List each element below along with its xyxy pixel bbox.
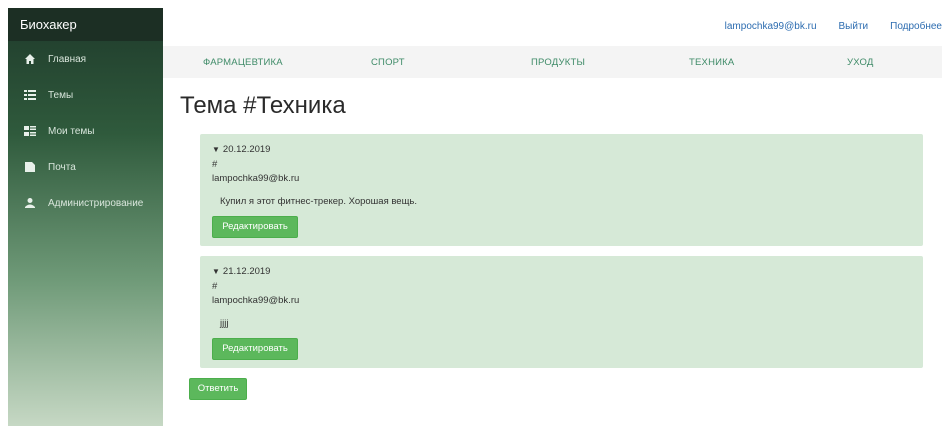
edit-button[interactable]: Редактировать [212, 216, 298, 238]
post-message: Купил я этот фитнес-трекер. Хорошая вещь… [220, 196, 417, 207]
category-nav: ФАРМАЦЕВТИКА СПОРТ ПРОДУКТЫ ТЕХНИКА УХОД [163, 46, 942, 78]
post-hash: # [212, 281, 218, 292]
logout-link[interactable]: Выйти [839, 21, 869, 32]
post-date-text: 21.12.2019 [222, 266, 271, 277]
user-email-link[interactable]: lampochka99@bk.ru [725, 21, 817, 32]
category-care[interactable]: УХОД [847, 57, 873, 68]
post-date[interactable]: ▼ 20.12.2019 [212, 144, 270, 155]
brand-logo[interactable]: Биохакер [8, 8, 163, 41]
sidebar-item-label: Темы [48, 89, 74, 101]
post-card: ▼ 20.12.2019 # lampochka99@bk.ru Купил я … [200, 134, 923, 246]
category-products[interactable]: ПРОДУКТЫ [531, 57, 585, 68]
sidebar-item-label: Администрирование [48, 197, 144, 209]
sidebar: Биохакер Главная Темы Мои темы Почта Адм… [8, 8, 163, 426]
category-sport[interactable]: СПОРТ [371, 57, 405, 68]
post-message: jjjj [220, 318, 229, 329]
caret-down-icon: ▼ [212, 145, 220, 154]
list-icon [22, 89, 38, 101]
post-hash: # [212, 159, 218, 170]
mail-icon [22, 161, 38, 173]
sidebar-item-label: Мои темы [48, 125, 95, 137]
category-tech[interactable]: ТЕХНИКА [689, 57, 734, 68]
sidebar-nav: Главная Темы Мои темы Почта Администриро… [8, 41, 163, 221]
edit-button[interactable]: Редактировать [212, 338, 298, 360]
my-list-icon [22, 125, 38, 137]
post-card: ▼ 21.12.2019 # lampochka99@bk.ru jjjj Ред… [200, 256, 923, 368]
sidebar-item-admin[interactable]: Администрирование [8, 185, 163, 221]
sidebar-item-home[interactable]: Главная [8, 41, 163, 77]
sidebar-item-my-topics[interactable]: Мои темы [8, 113, 163, 149]
sidebar-item-label: Почта [48, 161, 76, 173]
category-pharma[interactable]: ФАРМАЦЕВТИКА [203, 57, 283, 68]
post-date-text: 20.12.2019 [222, 144, 271, 155]
more-link[interactable]: Подробнее [890, 21, 942, 32]
sidebar-item-topics[interactable]: Темы [8, 77, 163, 113]
home-icon [22, 53, 38, 65]
sidebar-item-mail[interactable]: Почта [8, 149, 163, 185]
page-title: Тема #Техника [180, 92, 346, 119]
post-author: lampochka99@bk.ru [212, 295, 300, 306]
post-author: lampochka99@bk.ru [212, 173, 300, 184]
post-date[interactable]: ▼ 21.12.2019 [212, 266, 270, 277]
reply-button[interactable]: Ответить [189, 378, 247, 400]
sidebar-item-label: Главная [48, 53, 87, 65]
caret-down-icon: ▼ [212, 267, 220, 276]
user-icon [22, 197, 38, 209]
top-bar: lampochka99@bk.ru Выйти Подробнее [163, 8, 942, 44]
